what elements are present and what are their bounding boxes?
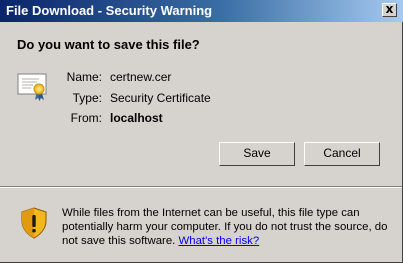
security-warning-dialog: File Download - Security Warning x Do yo… (0, 0, 403, 263)
warning-message: While files from the Internet can be use… (62, 206, 392, 248)
type-label: Type: (72, 91, 102, 105)
close-button[interactable]: x (382, 3, 397, 17)
name-value: certnew.cer (110, 70, 172, 84)
whats-the-risk-link[interactable]: What's the risk? (179, 235, 260, 247)
close-icon: x (385, 2, 394, 16)
divider (0, 186, 402, 188)
title-bar[interactable]: File Download - Security Warning x (0, 0, 403, 22)
window-title: File Download - Security Warning (6, 3, 213, 18)
type-value: Security Certificate (110, 91, 211, 105)
from-value: localhost (110, 111, 163, 125)
save-button[interactable]: Save (219, 142, 295, 166)
shield-warning-icon (21, 207, 47, 239)
cancel-button[interactable]: Cancel (304, 142, 380, 166)
dialog-question: Do you want to save this file? (17, 37, 200, 52)
from-label: From: (70, 111, 102, 125)
name-label: Name: (66, 70, 102, 84)
